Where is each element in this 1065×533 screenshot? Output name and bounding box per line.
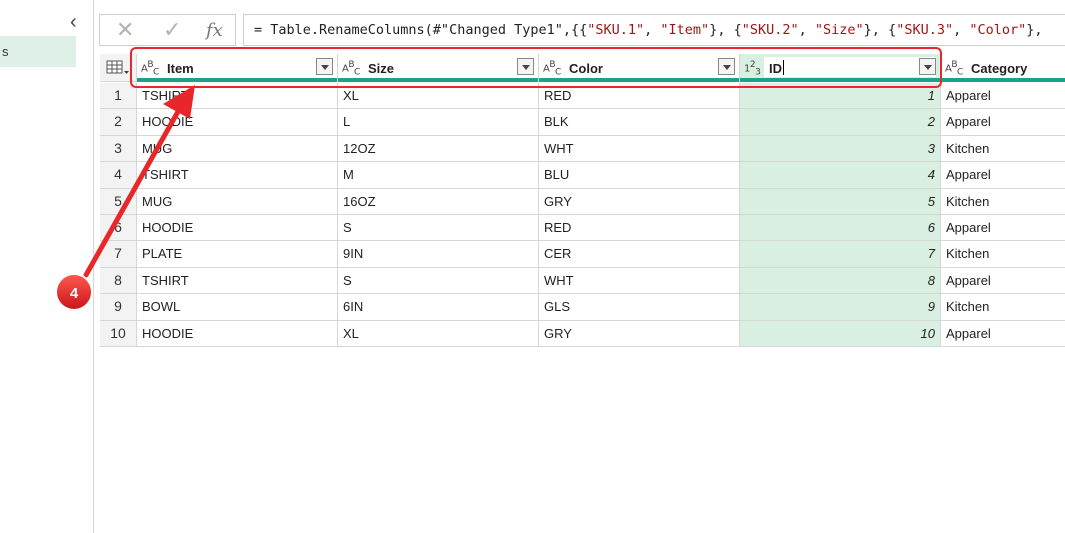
cell-size[interactable]: 6IN xyxy=(338,294,539,321)
cell-id[interactable]: 4 xyxy=(740,162,941,189)
cell-category[interactable]: Kitchen xyxy=(941,241,1065,268)
cell-color[interactable]: GRY xyxy=(539,320,740,347)
query-item-label: s xyxy=(2,44,9,59)
column-rename-input[interactable]: ID xyxy=(764,57,936,77)
cell-color[interactable]: GLS xyxy=(539,294,740,321)
column-quality-bar xyxy=(539,78,739,82)
cell-color[interactable]: RED xyxy=(539,215,740,242)
column-header-item[interactable]: ABC Item xyxy=(137,54,338,82)
row-number[interactable]: 6 xyxy=(100,215,137,242)
row-number[interactable]: 8 xyxy=(100,267,137,295)
cell-color[interactable]: BLU xyxy=(539,162,740,189)
column-header-label: ID xyxy=(769,61,782,76)
cell-id[interactable]: 9 xyxy=(740,294,941,321)
cell-item[interactable]: HOODIE xyxy=(137,109,338,136)
formula-text[interactable]: = Table.RenameColumns(#"Changed Type1",{… xyxy=(254,22,1043,38)
row-number[interactable]: 10 xyxy=(100,320,137,347)
filter-dropdown-button[interactable] xyxy=(919,58,936,75)
column-quality-bar xyxy=(137,78,337,82)
cell-category[interactable]: Apparel xyxy=(941,109,1065,136)
cell-id[interactable]: 5 xyxy=(740,188,941,215)
row-number[interactable]: 9 xyxy=(100,294,137,321)
cell-id[interactable]: 7 xyxy=(740,241,941,268)
cell-size[interactable]: XL xyxy=(338,320,539,347)
commit-icon[interactable]: ✓ xyxy=(163,18,181,42)
cell-color[interactable]: BLK xyxy=(539,109,740,136)
cell-category[interactable]: Apparel xyxy=(941,321,1065,347)
row-number[interactable]: 3 xyxy=(100,135,137,163)
cell-category[interactable]: Apparel xyxy=(941,162,1065,189)
column-header-color[interactable]: ABC Color xyxy=(539,54,740,82)
table-menu-button[interactable] xyxy=(100,54,137,82)
cancel-icon[interactable]: ✕ xyxy=(116,18,134,42)
cell-size[interactable]: S xyxy=(338,267,539,295)
queries-pane: ‹ s xyxy=(0,0,94,533)
cell-id[interactable]: 1 xyxy=(740,83,941,110)
formula-bar[interactable]: = Table.RenameColumns(#"Changed Type1",{… xyxy=(243,14,1065,46)
collapse-pane-icon[interactable]: ‹ xyxy=(70,12,77,32)
text-caret xyxy=(783,60,784,75)
cell-id[interactable]: 10 xyxy=(740,320,941,347)
cell-item[interactable]: MUG xyxy=(137,188,338,215)
cell-item[interactable]: MUG xyxy=(137,135,338,163)
cell-category[interactable]: Apparel xyxy=(941,268,1065,295)
cell-id[interactable]: 2 xyxy=(740,109,941,136)
cell-item[interactable]: HOODIE xyxy=(137,215,338,242)
text-type-icon[interactable]: ABC xyxy=(945,60,963,77)
cell-size[interactable]: XL xyxy=(338,83,539,110)
cell-id[interactable]: 3 xyxy=(740,135,941,163)
fx-icon[interactable]: fx xyxy=(206,19,223,43)
query-list-item[interactable]: s xyxy=(0,36,76,67)
cell-id[interactable]: 8 xyxy=(740,267,941,295)
cell-size[interactable]: M xyxy=(338,162,539,189)
column-quality-bar xyxy=(740,78,940,82)
column-header-label: Size xyxy=(368,61,395,76)
formula-tools: ✕ ✓ fx xyxy=(99,14,236,46)
cell-color[interactable]: CER xyxy=(539,241,740,268)
cell-category[interactable]: Kitchen xyxy=(941,189,1065,215)
table-icon xyxy=(106,60,129,74)
column-header-category[interactable]: ABC Category xyxy=(941,54,1065,82)
column-header-size[interactable]: ABC Size xyxy=(338,54,539,82)
cell-item[interactable]: TSHIRT xyxy=(137,267,338,295)
cell-category[interactable]: Apparel xyxy=(941,83,1065,110)
filter-dropdown-button[interactable] xyxy=(718,58,735,75)
number-type-icon[interactable]: 123 xyxy=(744,60,761,77)
row-number[interactable]: 7 xyxy=(100,241,137,268)
column-header-label: Color xyxy=(569,61,603,76)
cell-item[interactable]: TSHIRT xyxy=(137,83,338,110)
cell-size[interactable]: L xyxy=(338,109,539,136)
cell-size[interactable]: 9IN xyxy=(338,241,539,268)
filter-dropdown-button[interactable] xyxy=(517,58,534,75)
cell-item[interactable]: TSHIRT xyxy=(137,162,338,189)
text-type-icon[interactable]: ABC xyxy=(342,60,360,77)
column-header-id[interactable]: 123 ID xyxy=(740,54,941,82)
row-number[interactable]: 4 xyxy=(100,162,137,189)
column-quality-bar xyxy=(941,78,1065,82)
cell-category[interactable]: Apparel xyxy=(941,215,1065,242)
row-number[interactable]: 2 xyxy=(100,109,137,136)
cell-category[interactable]: Kitchen xyxy=(941,136,1065,163)
cell-color[interactable]: RED xyxy=(539,83,740,110)
cell-color[interactable]: GRY xyxy=(539,188,740,215)
column-quality-bar xyxy=(338,78,538,82)
row-number[interactable]: 1 xyxy=(100,83,137,110)
cell-item[interactable]: HOODIE xyxy=(137,320,338,347)
cell-color[interactable]: WHT xyxy=(539,267,740,295)
cell-size[interactable]: 16OZ xyxy=(338,188,539,215)
cell-id[interactable]: 6 xyxy=(740,215,941,242)
cell-color[interactable]: WHT xyxy=(539,135,740,163)
cell-item[interactable]: BOWL xyxy=(137,294,338,321)
column-header-label: Item xyxy=(167,61,194,76)
cell-size[interactable]: S xyxy=(338,215,539,242)
row-number[interactable]: 5 xyxy=(100,188,137,215)
cell-size[interactable]: 12OZ xyxy=(338,135,539,163)
text-type-icon[interactable]: ABC xyxy=(543,60,561,77)
text-type-icon[interactable]: ABC xyxy=(141,60,159,77)
cell-item[interactable]: PLATE xyxy=(137,241,338,268)
cell-category[interactable]: Kitchen xyxy=(941,294,1065,321)
column-header-label: Category xyxy=(971,61,1028,76)
filter-dropdown-button[interactable] xyxy=(316,58,333,75)
